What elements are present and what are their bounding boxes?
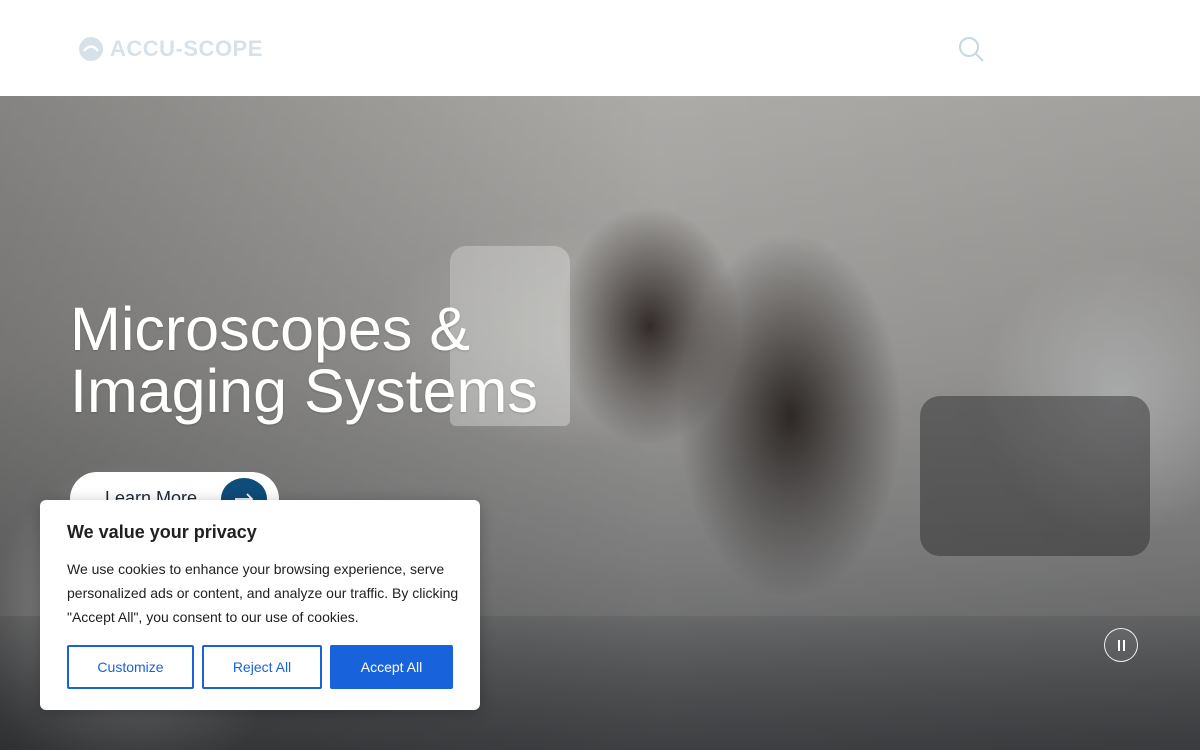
- logo-text: ACCU-SCOPE: [110, 36, 263, 61]
- logo-mark-icon: [79, 37, 103, 61]
- cookie-banner-description: We use cookies to enhance your browsing …: [67, 561, 459, 625]
- accept-all-button[interactable]: Accept All: [330, 645, 453, 689]
- pause-video-button[interactable]: [1104, 628, 1138, 662]
- site-header: ACCU-SCOPE: [0, 0, 1200, 96]
- hero-title-line1: Microscopes &: [70, 295, 471, 363]
- cookie-banner-title: We value your privacy: [67, 522, 257, 542]
- site-logo[interactable]: ACCU-SCOPE: [78, 34, 263, 64]
- cookie-consent-banner: We value your privacy We use cookies to …: [40, 500, 480, 710]
- search-icon: [959, 37, 984, 62]
- pause-icon: [1123, 640, 1125, 651]
- pause-icon: [1118, 640, 1120, 651]
- customize-button[interactable]: Customize: [67, 645, 194, 689]
- search-button[interactable]: [956, 34, 986, 64]
- hero-title-line2: Imaging Systems: [70, 357, 538, 425]
- reject-all-button[interactable]: Reject All: [202, 645, 322, 689]
- hero-title: Microscopes & Imaging Systems: [70, 298, 630, 422]
